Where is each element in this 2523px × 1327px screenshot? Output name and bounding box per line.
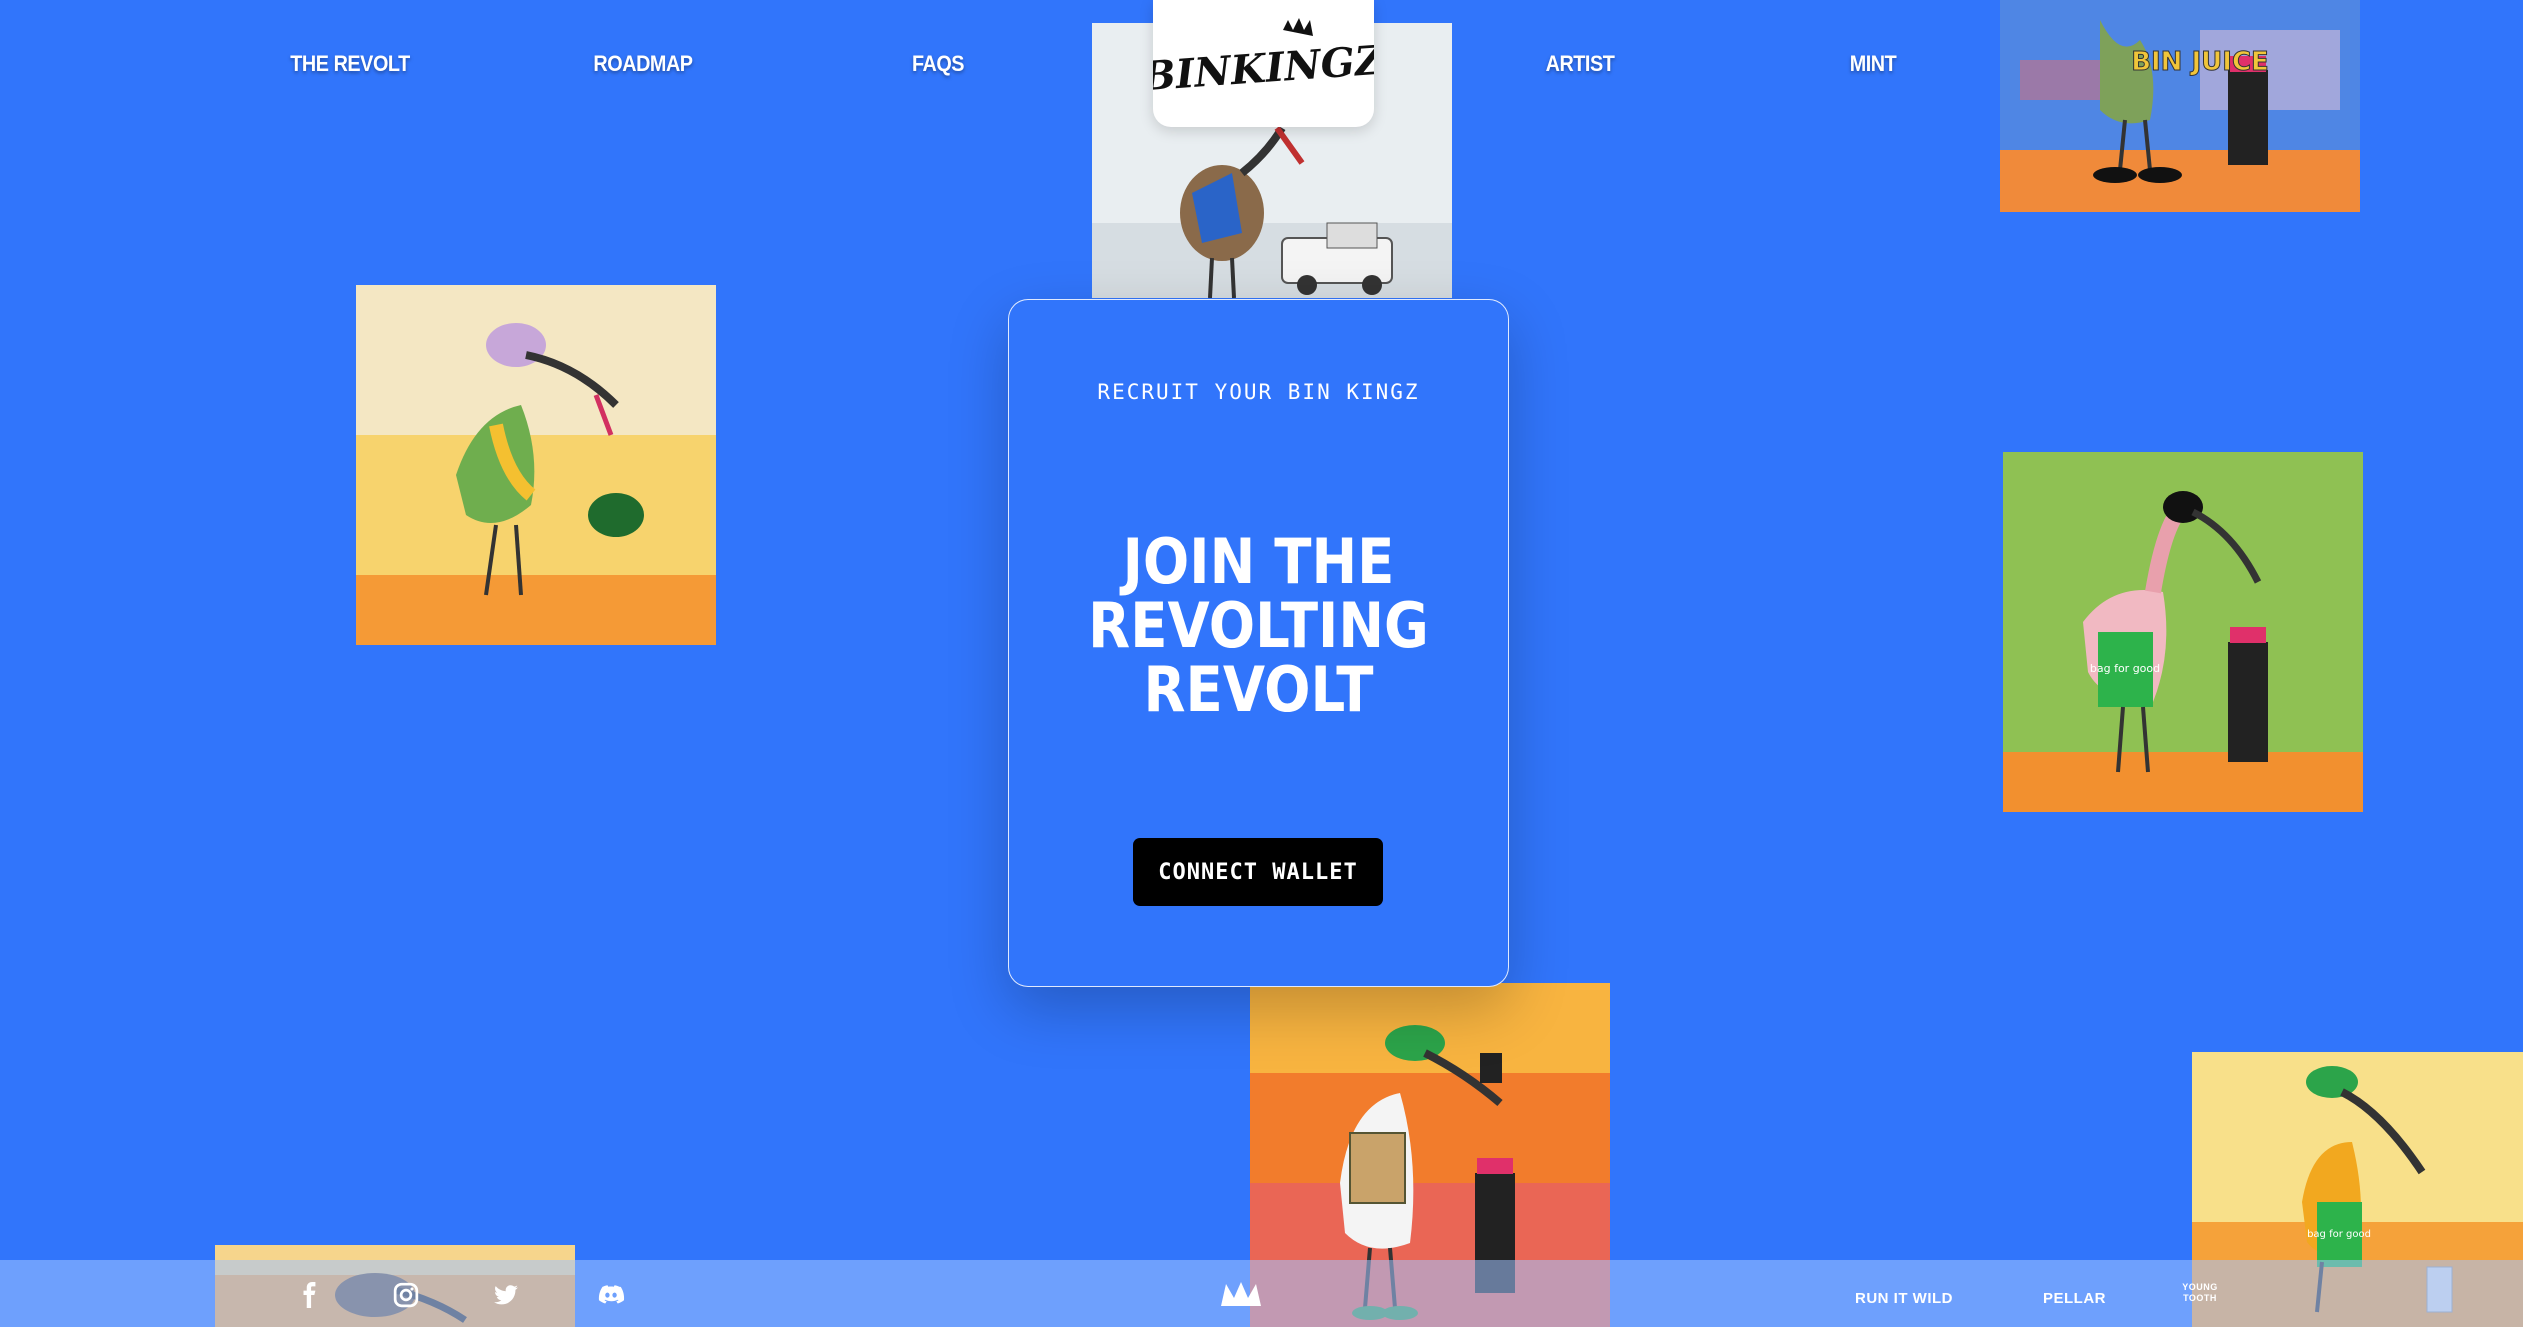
nav-mint[interactable]: MINT (1842, 44, 1905, 84)
partner-run-it-wild[interactable]: RUN IT WILD (1855, 1290, 1953, 1307)
svg-text:bag for good: bag for good (2090, 662, 2160, 675)
crown-icon (1283, 18, 1313, 36)
instagram-icon[interactable] (392, 1282, 420, 1308)
partner-young-tooth[interactable]: YOUNG TOOTH (2180, 1282, 2220, 1304)
card-title: JOIN THE REVOLTING REVOLT (1088, 525, 1429, 726)
artwork-flamingo-green: bag for good (2003, 452, 2363, 812)
crown-icon[interactable] (1218, 1278, 1264, 1310)
nav-faqs[interactable]: FAQS (898, 44, 979, 84)
svg-text:BIN JUICE: BIN JUICE (2131, 47, 2269, 77)
facebook-icon[interactable] (296, 1282, 324, 1308)
twitter-icon[interactable] (492, 1282, 520, 1308)
artwork-ibis-bin-juice: BIN JUICE (2000, 0, 2360, 212)
svg-text:bag for good: bag for good (2307, 1229, 2371, 1240)
card-eyebrow: RECRUIT YOUR BIN KINGZ (1097, 380, 1420, 404)
artwork-ibis-pink-cap (356, 285, 716, 645)
svg-text:BINKINGZ: BINKINGZ (1153, 36, 1374, 100)
logo[interactable]: BINKINGZ (1153, 0, 1374, 127)
nav-roadmap[interactable]: ROADMAP (585, 44, 702, 84)
nav-the-revolt[interactable]: THE REVOLT (287, 44, 413, 84)
connect-wallet-button[interactable]: CONNECT WALLET (1133, 838, 1383, 906)
recruit-card: RECRUIT YOUR BIN KINGZ JOIN THE REVOLTIN… (1008, 299, 1509, 987)
footer: RUN IT WILD PELLAR YOUNG TOOTH (0, 1260, 2523, 1327)
nav-artist[interactable]: ARTIST (1535, 44, 1625, 84)
discord-icon[interactable] (597, 1282, 625, 1308)
partner-pellar[interactable]: PELLAR (2043, 1290, 2106, 1307)
